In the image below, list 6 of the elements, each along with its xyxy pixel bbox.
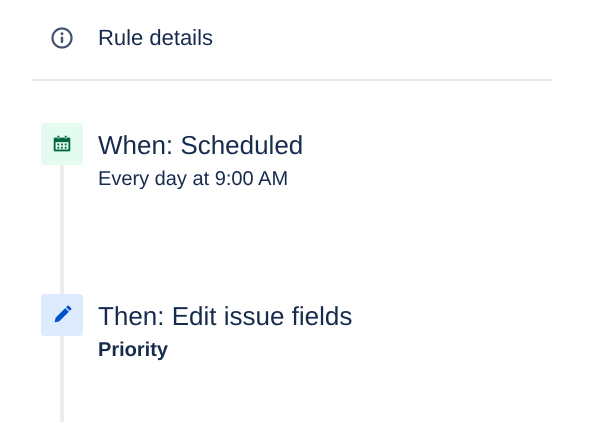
step-detail: Priority: [98, 338, 170, 363]
section-title: Rule details: [98, 25, 213, 51]
info-icon: [50, 26, 74, 50]
step-title: Then: Edit issue fields: [98, 300, 352, 332]
step-detail: Every day at 9:00 AM: [98, 167, 290, 192]
step-title: When: Scheduled: [98, 129, 304, 161]
